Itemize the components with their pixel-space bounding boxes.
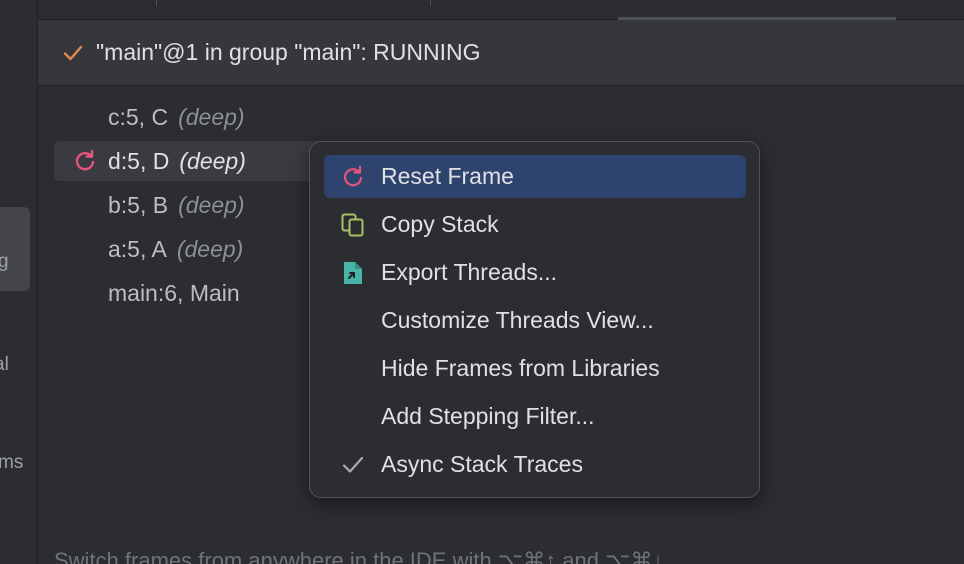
frame-row[interactable]: c:5, C (deep) [54,97,434,137]
check-icon [63,45,83,60]
menu-item-label: Customize Threads View... [381,307,654,333]
menu-item-customize-threads-view[interactable]: Customize Threads View... [324,299,746,342]
debugger-window: l g al ms "main"@1 in group "main": RUNN… [0,0,964,564]
frame-row-selected[interactable]: d:5, D (deep) [54,141,334,181]
menu-item-label: Export Threads... [381,259,557,285]
tab-separator [156,0,157,6]
frames-footer-hint: Switch frames from anywhere in the IDE w… [54,548,664,564]
frame-name: c:5, C [108,103,169,130]
sidebar-fragment-label[interactable]: g [0,251,9,273]
menu-item-hide-frames-from-libraries[interactable]: Hide Frames from Libraries [324,347,746,390]
menu-item-label: Reset Frame [381,163,514,189]
reset-frame-icon [343,165,363,187]
checkmark-icon [342,456,364,473]
menu-item-label: Add Stepping Filter... [381,403,595,429]
thread-title: "main"@1 in group "main": RUNNING [96,39,481,65]
frame-name: b:5, B [108,191,169,218]
frame-name: a:5, A [108,235,167,262]
frame-hint: (deep) [178,191,245,218]
frame-name: d:5, D [108,147,170,174]
frame-hint: (deep) [179,147,246,174]
menu-item-label: Async Stack Traces [381,451,583,477]
menu-item-async-stack-traces[interactable]: Async Stack Traces [324,443,746,486]
tab-separator [430,0,431,6]
sidebar-fragment-label[interactable]: ms [0,452,23,474]
frame-name: main:6, Main [108,279,240,306]
sidebar-selected-item[interactable] [0,207,30,291]
thread-selector[interactable]: "main"@1 in group "main": RUNNING [38,20,964,86]
menu-item-export-threads[interactable]: Export Threads... [324,251,746,294]
sidebar-fragment-label[interactable]: al [0,354,9,376]
reset-frame-icon [75,149,95,171]
tool-window-strip: l g al ms [0,0,38,564]
tab-bar [38,0,964,20]
menu-item-label: Copy Stack [381,211,499,237]
menu-item-label: Hide Frames from Libraries [381,355,660,381]
menu-item-reset-frame[interactable]: Reset Frame [324,155,746,198]
copy-icon [341,213,364,237]
frame-hint: (deep) [176,235,244,262]
menu-item-add-stepping-filter[interactable]: Add Stepping Filter... [324,395,746,438]
frame-hint: (deep) [178,103,245,130]
sidebar-fragment: l [0,158,6,180]
export-icon [344,262,362,284]
menu-item-copy-stack[interactable]: Copy Stack [324,203,746,246]
context-menu: Reset Frame Copy Stack Export Threads...… [309,141,760,498]
